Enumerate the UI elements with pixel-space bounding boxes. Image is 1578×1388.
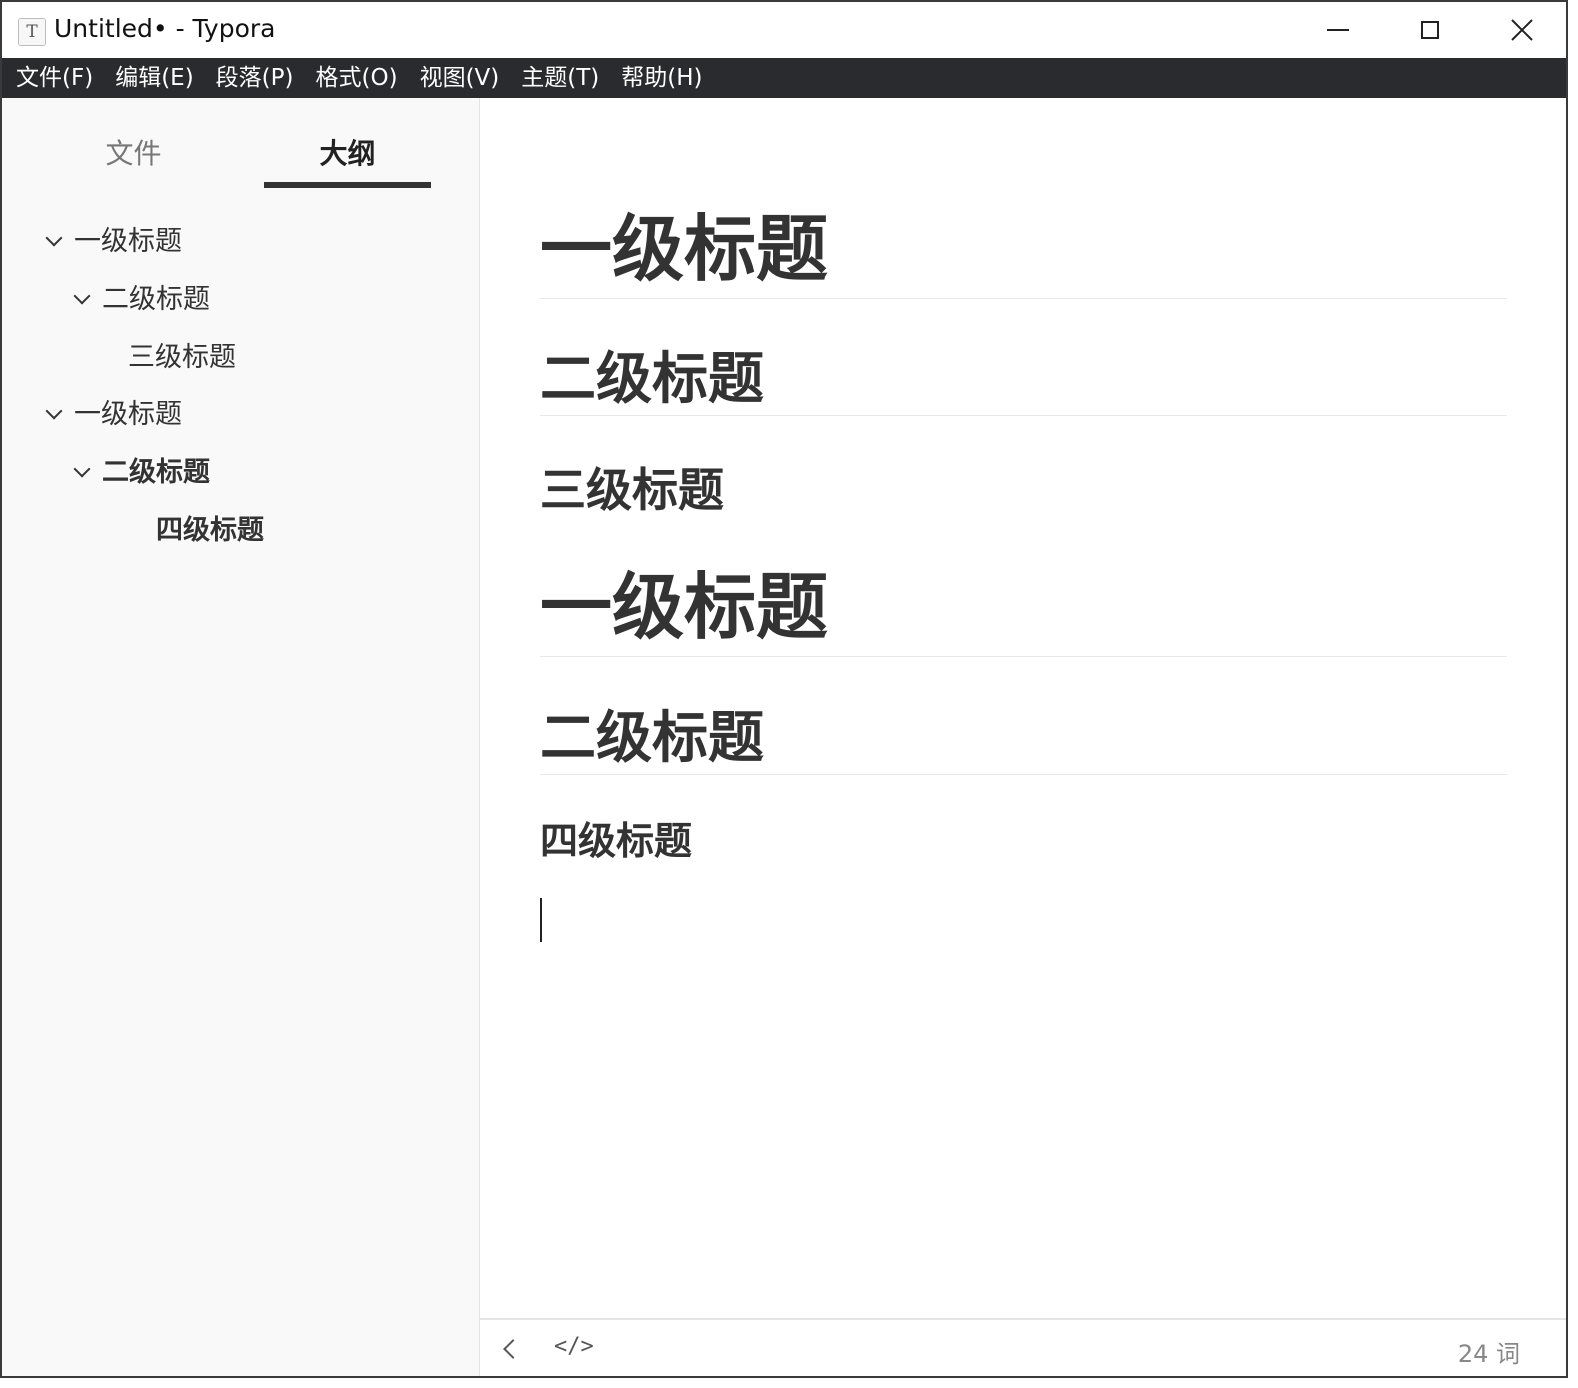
outline-item-h2[interactable]: 二级标题 xyxy=(73,280,210,320)
title-bar: T Untitled• - Typora xyxy=(2,2,1566,58)
outline-item-label: 一级标题 xyxy=(74,226,182,257)
chevron-down-icon[interactable] xyxy=(73,460,91,478)
outline-item-label: 二级标题 xyxy=(102,457,210,488)
chevron-left-icon[interactable] xyxy=(503,1339,523,1359)
chevron-down-icon[interactable] xyxy=(73,287,91,305)
heading-rule xyxy=(540,774,1507,775)
heading-h4[interactable]: 四级标题 xyxy=(540,810,692,865)
menu-paragraph[interactable]: 段落(P) xyxy=(212,58,306,98)
typora-window: T Untitled• - Typora 文件(F) 编辑(E) 段落(P) 格… xyxy=(0,0,1568,1378)
heading-h3[interactable]: 三级标题 xyxy=(540,454,724,520)
heading-rule xyxy=(540,656,1507,657)
heading-rule xyxy=(540,298,1507,299)
close-button[interactable] xyxy=(1476,2,1566,58)
menu-theme[interactable]: 主题(T) xyxy=(517,58,611,98)
window-title: Untitled• - Typora xyxy=(54,14,276,43)
heading-h1[interactable]: 一级标题 xyxy=(540,548,828,653)
outline-item-label: 一级标题 xyxy=(74,399,182,430)
status-bar: </> 24 词 xyxy=(480,1318,1566,1376)
menu-file[interactable]: 文件(F) xyxy=(12,58,105,98)
outline-item-label: 三级标题 xyxy=(128,342,236,373)
word-count[interactable]: 24 词 xyxy=(1458,1334,1520,1369)
close-icon xyxy=(1511,19,1533,41)
menu-bar: 文件(F) 编辑(E) 段落(P) 格式(O) 视图(V) 主题(T) 帮助(H… xyxy=(2,58,1566,98)
outline-item-label: 四级标题 xyxy=(156,515,264,546)
outline-item-h3[interactable]: 三级标题 xyxy=(128,338,236,378)
tab-outline[interactable]: 大纲 xyxy=(264,132,431,172)
active-tab-indicator xyxy=(264,182,431,188)
menu-edit[interactable]: 编辑(E) xyxy=(111,58,205,98)
outline-item-h2-active[interactable]: 二级标题 xyxy=(73,453,210,493)
heading-rule xyxy=(540,415,1507,416)
sidebar: 文件 大纲 一级标题 二级标题 三级标题 一级标题 二级标题 四级标题 xyxy=(2,98,480,1376)
outline-item-h4-active[interactable]: 四级标题 xyxy=(156,511,264,551)
outline-item-label: 二级标题 xyxy=(102,284,210,315)
typora-app-icon: T xyxy=(18,18,46,46)
maximize-icon xyxy=(1421,21,1439,39)
heading-h1[interactable]: 一级标题 xyxy=(540,190,828,295)
outline-item-h1[interactable]: 一级标题 xyxy=(45,222,182,262)
chevron-down-icon[interactable] xyxy=(45,229,63,247)
minimize-button[interactable] xyxy=(1292,2,1384,58)
maximize-button[interactable] xyxy=(1384,2,1476,58)
minimize-icon xyxy=(1327,29,1349,31)
menu-help[interactable]: 帮助(H) xyxy=(617,58,714,98)
tab-files[interactable]: 文件 xyxy=(50,132,217,172)
editor-area[interactable]: 一级标题 二级标题 三级标题 一级标题 二级标题 四级标题 xyxy=(480,98,1566,1320)
heading-h2[interactable]: 二级标题 xyxy=(540,693,764,774)
chevron-down-icon[interactable] xyxy=(45,402,63,420)
source-code-toggle-icon[interactable]: </> xyxy=(554,1334,594,1359)
heading-h2[interactable]: 二级标题 xyxy=(540,334,764,415)
text-caret xyxy=(540,898,542,942)
menu-format[interactable]: 格式(O) xyxy=(312,58,410,98)
outline-item-h1[interactable]: 一级标题 xyxy=(45,395,182,435)
menu-view[interactable]: 视图(V) xyxy=(416,58,512,98)
